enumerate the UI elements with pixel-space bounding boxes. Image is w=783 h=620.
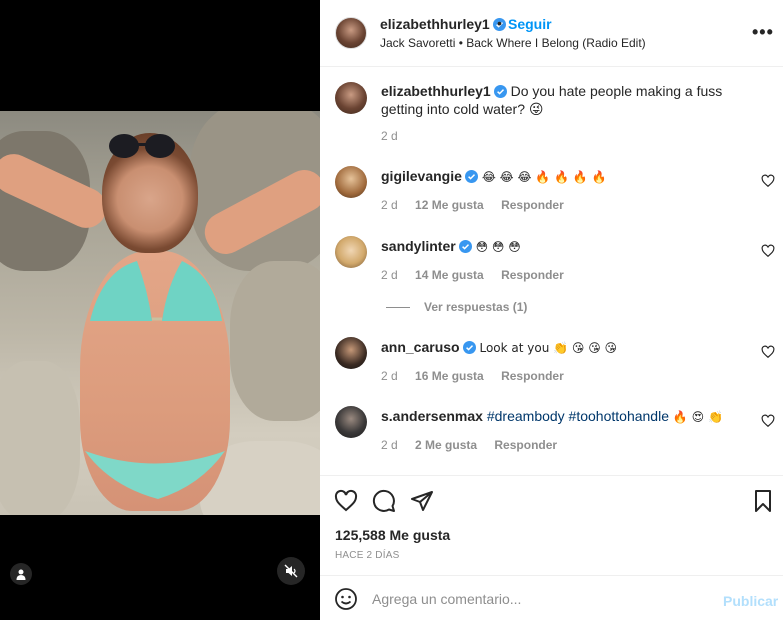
comment-username[interactable]: gigilevangie (381, 168, 462, 184)
like-heart-icon[interactable] (334, 489, 358, 513)
avatar[interactable] (335, 406, 367, 438)
save-bookmark-icon[interactable] (751, 489, 775, 513)
post-photo[interactable] (0, 111, 320, 515)
follow-button[interactable]: Seguir (508, 16, 552, 32)
author-username-text[interactable]: elizabethhurley1 (380, 16, 490, 32)
comment-time[interactable]: 2 d (381, 438, 398, 452)
post-details-panel: elizabethhurley1 • Seguir Jack Savoretti… (320, 0, 783, 620)
reply-button[interactable]: Responder (501, 369, 564, 383)
comment-text: ann_caruso Look at you 👏 😘 😘 😘 (381, 338, 761, 357)
caption-meta: 2 d (381, 129, 412, 143)
media-panel (0, 0, 320, 620)
comment-likes[interactable]: 14 Me gusta (415, 268, 484, 282)
comment-input[interactable] (372, 584, 702, 614)
view-replies-button[interactable]: Ver respuestas (1) (386, 300, 527, 314)
like-comment-heart-icon[interactable] (761, 414, 775, 428)
comment-text: sandylinter 😳 😳 😳 (381, 237, 761, 256)
comment-likes[interactable]: 12 Me gusta (415, 198, 484, 212)
rock-shape (0, 361, 80, 515)
muted-speaker-icon (284, 564, 298, 578)
reply-button[interactable]: Responder (501, 198, 564, 212)
comment-time[interactable]: 2 d (381, 369, 398, 383)
separator-dot: • (497, 15, 502, 31)
author-avatar[interactable] (335, 17, 367, 49)
post-header: elizabethhurley1 • Seguir Jack Savoretti… (320, 0, 783, 67)
comment-meta: 2 d 12 Me gusta Responder (381, 198, 578, 212)
like-comment-heart-icon[interactable] (761, 174, 775, 188)
sunglasses-shape (109, 134, 175, 158)
comment-username[interactable]: sandylinter (381, 238, 456, 254)
view-replies-label[interactable]: Ver respuestas (1) (424, 300, 527, 314)
author-username[interactable]: elizabethhurley1 (380, 16, 506, 32)
replies-divider (386, 307, 410, 309)
user-icon (16, 569, 26, 580)
mute-toggle-button[interactable] (277, 557, 305, 585)
comment-text: gigilevangie 😂 😂 😂 🔥 🔥 🔥 🔥 (381, 167, 761, 186)
bikini-top-shape (90, 261, 222, 321)
comment-likes[interactable]: 2 Me gusta (415, 438, 477, 452)
verified-badge-icon (493, 85, 507, 98)
more-options-icon[interactable]: ••• (752, 22, 774, 43)
comment-username[interactable]: ann_caruso (381, 339, 460, 355)
comment-body: 😳 😳 😳 (475, 240, 521, 254)
audio-link[interactable]: Jack Savoretti • Back Where I Belong (Ra… (380, 36, 646, 50)
avatar[interactable] (335, 236, 367, 268)
like-comment-heart-icon[interactable] (761, 244, 775, 258)
comment-likes[interactable]: 16 Me gusta (415, 369, 484, 383)
share-paper-plane-icon[interactable] (410, 489, 434, 513)
reply-button[interactable]: Responder (501, 268, 564, 282)
comment-emoji: 🔥 😍 👏 (672, 410, 723, 424)
comment-username[interactable]: s.andersenmax (381, 408, 483, 424)
comments-list: elizabethhurley1 Do you hate people maki… (320, 67, 783, 475)
comment-body: 😂 😂 😂 🔥 🔥 🔥 🔥 (481, 170, 607, 184)
hashtag-links[interactable]: #dreambody #toohottohandle (487, 408, 669, 424)
verified-badge-icon (458, 240, 472, 253)
reply-button[interactable]: Responder (494, 438, 557, 452)
caption-text: elizabethhurley1 Do you hate people maki… (381, 82, 761, 118)
avatar[interactable] (335, 166, 367, 198)
likes-count[interactable]: 125,588 Me gusta (335, 527, 450, 543)
comment-time[interactable]: 2 d (381, 198, 398, 212)
comment-bubble-icon[interactable] (372, 489, 396, 513)
rock-shape (230, 261, 320, 421)
comment-meta: 2 d 2 Me gusta Responder (381, 438, 571, 452)
avatar[interactable] (335, 337, 367, 369)
like-comment-heart-icon[interactable] (761, 345, 775, 359)
comment-meta: 2 d 14 Me gusta Responder (381, 268, 578, 282)
comment-text: s.andersenmax #dreambody #toohottohandle… (381, 407, 761, 426)
comment-meta: 2 d 16 Me gusta Responder (381, 369, 578, 383)
avatar[interactable] (335, 82, 367, 114)
verified-badge-icon (462, 341, 476, 354)
post-timestamp[interactable]: HACE 2 DÍAS (335, 550, 399, 561)
post-actions: 125,588 Me gusta HACE 2 DÍAS (320, 475, 783, 575)
bikini-bottom-shape (85, 451, 225, 499)
comment-time[interactable]: 2 d (381, 268, 398, 282)
comment-body: Look at you 👏 😘 😘 😘 (479, 341, 618, 355)
verified-badge-icon (464, 170, 478, 183)
tagged-users-button[interactable] (10, 563, 32, 585)
caption-username[interactable]: elizabethhurley1 (381, 83, 491, 99)
comment-composer: Publicar (320, 575, 783, 620)
publish-button[interactable]: Publicar (723, 593, 778, 609)
caption-time[interactable]: 2 d (381, 129, 398, 143)
emoji-smiley-icon[interactable] (334, 587, 358, 611)
